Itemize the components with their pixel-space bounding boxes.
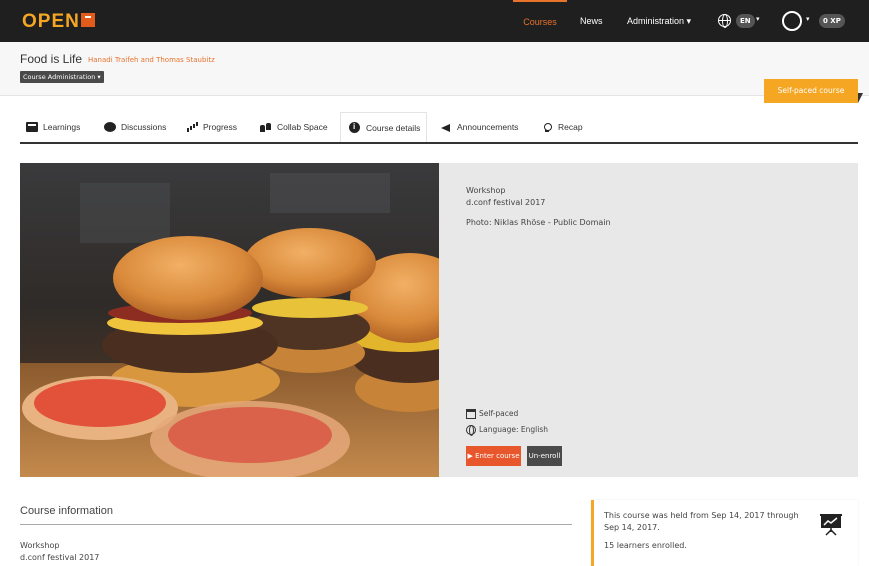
self-paced-badge: Self-paced course (764, 79, 858, 103)
tab-learnings[interactable]: Learnings (26, 112, 80, 142)
course-dates-box: This course was held from Sep 14, 2017 t… (591, 500, 858, 566)
language-info: Language: English (466, 425, 549, 436)
presentation-chart-icon (820, 514, 842, 536)
tab-label: Course details (366, 123, 421, 133)
nav-courses[interactable]: Courses (513, 0, 567, 42)
info-event: d.conf festival 2017 (20, 553, 100, 562)
divider (20, 524, 572, 525)
tab-label: Learnings (43, 122, 81, 132)
course-image (20, 163, 439, 477)
course-title: Food is Life (20, 52, 83, 66)
tab-label: Discussions (121, 122, 167, 132)
tab-label: Progress (203, 122, 238, 132)
badge-fold (858, 93, 863, 103)
pacing-text: Self-paced (479, 409, 519, 418)
tab-label: Collab Space (277, 122, 328, 132)
megaphone-icon (440, 122, 452, 132)
burger-photo (20, 163, 439, 477)
calendar-icon (466, 409, 476, 419)
globe-icon (466, 425, 476, 436)
language-selector[interactable]: EN (736, 14, 755, 28)
course-details-panel: Workshop d.conf festival 2017 Photo: Nik… (439, 163, 858, 477)
tab-label: Recap (558, 122, 583, 132)
tab-discussions[interactable]: Discussions (104, 112, 166, 142)
photo-credit: Photo: Niklas Rhöse - Public Domain (466, 218, 611, 227)
avatar-caret-icon[interactable]: ▾ (806, 15, 810, 23)
nav-administration[interactable]: Administration ▾ (627, 0, 691, 42)
tab-collab-space[interactable]: Collab Space (260, 112, 328, 142)
collab-space-icon (260, 122, 272, 132)
language-text: Language: English (479, 425, 549, 434)
globe-icon[interactable] (718, 14, 731, 28)
info-icon (349, 112, 360, 142)
course-information-heading: Course information (20, 505, 113, 517)
course-header: Food is Life Hanadi Traifeh and Thomas S… (0, 42, 869, 96)
learnings-icon (26, 122, 38, 132)
course-event: d.conf festival 2017 (466, 198, 546, 207)
course-administration-button[interactable]: Course Administration ▾ (20, 71, 104, 83)
discussions-icon (104, 122, 116, 132)
logo-text: OPEN (22, 11, 80, 32)
progress-icon (186, 122, 198, 132)
logo[interactable]: OPEN (22, 12, 95, 32)
tab-progress[interactable]: Progress (186, 112, 237, 142)
top-navbar: OPEN Courses News Administration ▾ EN ▾ … (0, 0, 869, 42)
xp-badge[interactable]: 0 XP (819, 14, 845, 28)
course-information-text: Workshop d.conf festival 2017 (20, 540, 99, 564)
lightbulb-icon (541, 122, 553, 132)
course-held-text: This course was held from Sep 14, 2017 t… (604, 511, 799, 532)
tab-announcements[interactable]: Announcements (440, 112, 518, 142)
course-type: Workshop (466, 186, 506, 195)
logo-mark-icon (80, 13, 95, 27)
language-caret-icon[interactable]: ▾ (756, 15, 760, 23)
tab-course-details[interactable]: Course details (340, 112, 428, 142)
unenroll-button[interactable]: Un-enroll (527, 446, 562, 466)
course-tabs: Learnings Discussions Progress Collab Sp… (20, 108, 858, 144)
info-type: Workshop (20, 541, 60, 550)
nav-news[interactable]: News (580, 0, 603, 42)
pacing-info: Self-paced (466, 409, 518, 419)
tab-recap[interactable]: Recap (541, 112, 583, 142)
enter-course-button[interactable]: ▶ Enter course (466, 446, 521, 466)
learners-enrolled-text: 15 learners enrolled. (604, 541, 687, 550)
tab-label: Announcements (457, 122, 519, 132)
course-teachers[interactable]: Hanadi Traifeh and Thomas Staubitz (88, 56, 215, 64)
avatar[interactable] (782, 11, 802, 31)
